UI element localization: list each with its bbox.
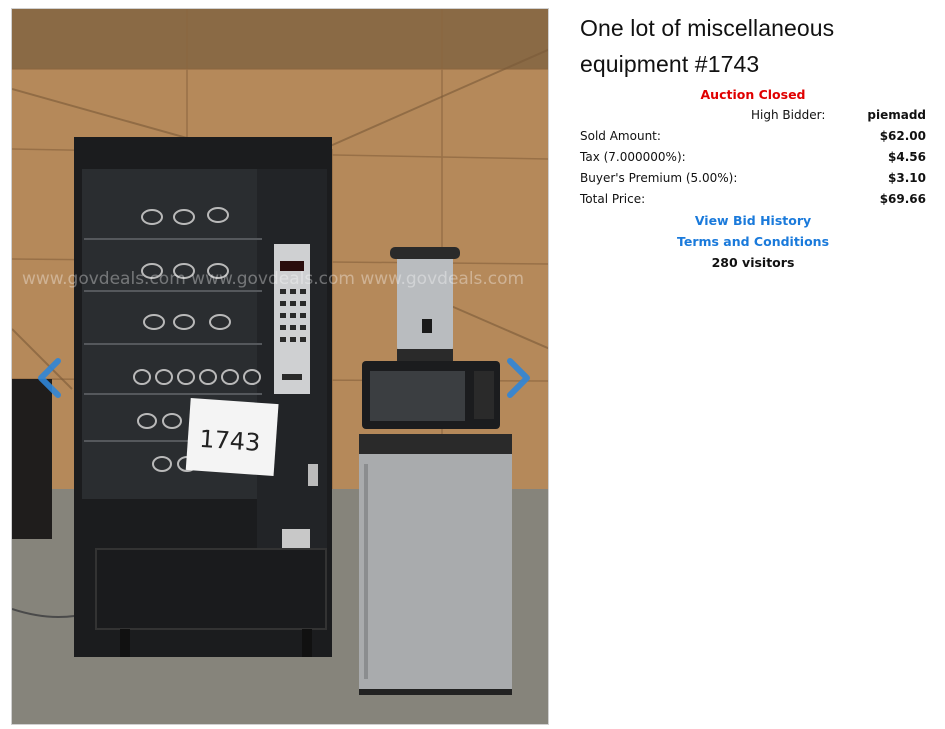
chevron-right-icon[interactable]: [502, 354, 536, 402]
high-bidder-label: High Bidder:: [751, 108, 826, 122]
chevron-left-icon[interactable]: [32, 354, 66, 402]
high-bidder-value: piemadd: [867, 108, 926, 122]
total-price-row: Total Price: $69.66: [580, 189, 926, 210]
view-bid-history-link[interactable]: View Bid History: [580, 210, 926, 231]
buyers-premium-row: Buyer's Premium (5.00%): $3.10: [580, 168, 926, 189]
total-price-label: Total Price:: [580, 192, 646, 206]
tax-value: $4.56: [888, 150, 926, 164]
lot-tag-text: 1743: [198, 425, 261, 457]
total-price-value: $69.66: [879, 192, 926, 206]
buyers-premium-label: Buyer's Premium (5.00%):: [580, 171, 738, 185]
item-photo[interactable]: 1743 www.govdeals.com www.govdeals.com w…: [11, 8, 549, 725]
visitor-count: 280 visitors: [711, 255, 795, 270]
tax-row: Tax (7.000000%): $4.56: [580, 147, 926, 168]
photo-image: 1743 www.govdeals.com www.govdeals.com w…: [12, 9, 548, 724]
listing-details: One lot of miscellaneous equipment #1743…: [580, 10, 926, 273]
buyers-premium-value: $3.10: [888, 171, 926, 185]
item-title: One lot of miscellaneous equipment #1743: [580, 15, 835, 77]
auction-status: Auction Closed: [700, 87, 806, 102]
high-bidder-row: High Bidder: piemadd: [580, 105, 926, 126]
sold-amount-value: $62.00: [879, 129, 926, 143]
tax-label: Tax (7.000000%):: [580, 150, 686, 164]
photo-watermark: www.govdeals.com www.govdeals.com www.go…: [22, 269, 524, 289]
sold-amount-row: Sold Amount: $62.00: [580, 126, 926, 147]
terms-and-conditions-link[interactable]: Terms and Conditions: [580, 231, 926, 252]
sold-amount-label: Sold Amount:: [580, 129, 661, 143]
